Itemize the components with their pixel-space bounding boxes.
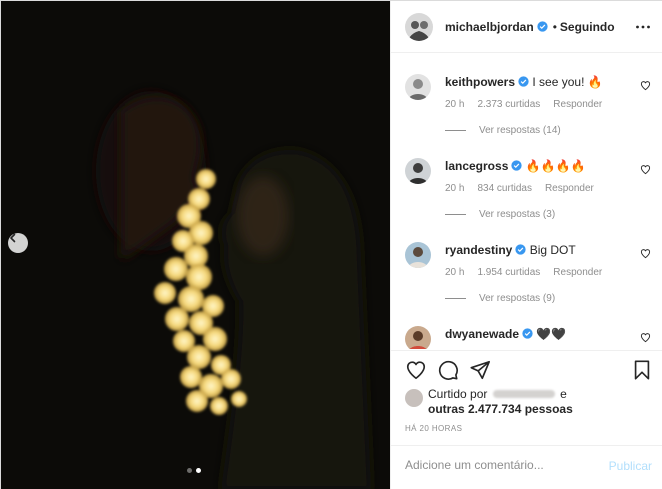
comment-composer: Publicar <box>391 445 662 489</box>
comment-text: I see you! 🔥 <box>532 75 603 89</box>
view-replies-button[interactable]: Ver respostas (9) <box>445 293 635 304</box>
header-separator: • <box>552 19 557 34</box>
comments-list[interactable]: keithpowers I see you! 🔥 20 h 2.373 curti… <box>391 54 662 349</box>
author-username[interactable]: michaelbjordan <box>445 20 534 34</box>
likes-conjunction: e <box>560 387 567 401</box>
post-header: michaelbjordan • Seguindo <box>391 1 662 53</box>
view-replies-button[interactable]: Ver respostas (14) <box>445 125 635 136</box>
comment-likes[interactable]: 834 curtidas <box>477 183 531 194</box>
verified-badge-icon <box>522 328 533 339</box>
post-actions: Curtido por e outras 2.477.734 pessoas H… <box>391 350 662 489</box>
view-replies-label: Ver respostas (14) <box>479 125 561 136</box>
bookmark-icon[interactable] <box>631 359 653 381</box>
chevron-left-icon <box>10 233 16 243</box>
commenter-avatar[interactable] <box>405 326 431 349</box>
avatar-image <box>405 74 431 100</box>
liker-avatar[interactable] <box>405 389 423 407</box>
comment-like-heart-icon[interactable] <box>640 80 651 91</box>
comment-like-heart-icon[interactable] <box>640 332 651 343</box>
verified-badge-icon <box>537 21 548 32</box>
comment-like-heart-icon[interactable] <box>640 164 651 175</box>
post-sidebar: michaelbjordan • Seguindo keithpowers I … <box>390 1 662 489</box>
comment-time[interactable]: 20 h <box>445 267 464 278</box>
comment-like-heart-icon[interactable] <box>640 248 651 259</box>
paper-plane-icon[interactable] <box>469 359 491 381</box>
commenter-username[interactable]: ryandestiny <box>445 243 512 257</box>
comment-likes[interactable]: 1.954 curtidas <box>477 267 540 278</box>
publish-button[interactable]: Publicar <box>609 459 652 473</box>
view-replies-button[interactable]: Ver respostas (3) <box>445 209 635 220</box>
comment-likes[interactable]: 2.373 curtidas <box>477 99 540 110</box>
post-timestamp[interactable]: HÁ 20 HORAS <box>405 424 462 433</box>
reply-button[interactable]: Responder <box>545 183 594 194</box>
author-avatar[interactable] <box>405 12 433 41</box>
verified-badge-icon <box>518 76 529 87</box>
reply-button[interactable]: Responder <box>553 267 602 278</box>
view-replies-label: Ver respostas (9) <box>479 293 556 304</box>
avatar-image <box>405 12 433 41</box>
comment-text: Big DOT <box>529 243 576 257</box>
reply-button[interactable]: Responder <box>553 99 602 110</box>
commenter-avatar[interactable] <box>405 242 431 268</box>
avatar-image <box>405 158 431 184</box>
post-dialog: michaelbjordan • Seguindo keithpowers I … <box>0 0 662 489</box>
avatar-image <box>405 242 431 268</box>
carousel-dot <box>187 468 192 473</box>
carousel-prev-button[interactable] <box>8 233 28 253</box>
carousel-dot-active <box>196 468 201 473</box>
comment-time[interactable]: 20 h <box>445 99 464 110</box>
comment-time[interactable]: 20 h <box>445 183 464 194</box>
comment-icon[interactable] <box>437 359 459 381</box>
commenter-avatar[interactable] <box>405 74 431 100</box>
commenter-username[interactable]: lancegross <box>445 159 508 173</box>
commenter-username[interactable]: dwyanewade <box>445 327 519 341</box>
comment-input[interactable] <box>405 458 595 472</box>
more-options-icon[interactable] <box>635 19 651 35</box>
commenter-username[interactable]: keithpowers <box>445 75 515 89</box>
comment-text: 🔥🔥🔥🔥 <box>525 159 586 173</box>
liked-by-prefix: Curtido por <box>428 387 488 401</box>
likes-count-link[interactable]: outras 2.477.734 pessoas <box>428 402 573 416</box>
photo-image <box>1 1 390 489</box>
post-photo[interactable] <box>1 1 390 489</box>
verified-badge-icon <box>515 244 526 255</box>
commenter-avatar[interactable] <box>405 158 431 184</box>
blurred-username <box>492 390 555 398</box>
follow-status-button[interactable]: Seguindo <box>560 20 615 34</box>
verified-badge-icon <box>511 160 523 171</box>
avatar-image <box>405 326 431 349</box>
view-replies-label: Ver respostas (3) <box>479 209 556 220</box>
carousel-indicator <box>187 468 201 473</box>
comment-text: 🖤🖤 <box>536 327 567 341</box>
action-bar <box>405 359 653 383</box>
heart-icon[interactable] <box>405 359 427 381</box>
